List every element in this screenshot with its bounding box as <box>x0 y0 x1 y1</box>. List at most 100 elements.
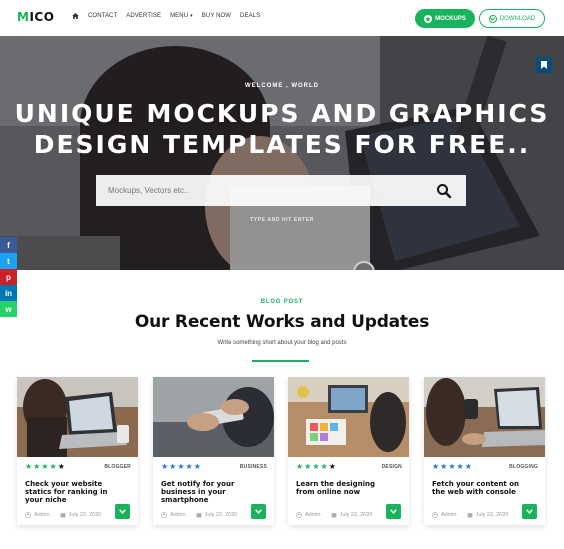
calendar-icon <box>196 513 201 518</box>
calendar-icon <box>60 513 65 518</box>
star-filled-icon: ★ <box>448 462 456 471</box>
star-filled-icon: ★ <box>169 462 177 471</box>
user-icon <box>432 512 438 518</box>
bookmark-icon[interactable] <box>536 57 552 73</box>
chevron-down-icon: ▾ <box>190 13 193 19</box>
card-footer: Admin July 22, 2020 <box>296 512 372 518</box>
linkedin-glyph: in <box>4 288 13 298</box>
star-empty-icon: ★ <box>328 462 336 471</box>
top-navbar: MICO CONTACT ADVERTISE MENU ▾ BUY NOW DEA… <box>0 0 564 36</box>
twitter-glyph: t <box>7 256 10 266</box>
card-footer: Admin July 22, 2020 <box>25 512 101 518</box>
logo-text: ICO <box>29 10 55 24</box>
blog-card[interactable]: ★ ★ ★ ★ ★ BUSINESS Get notify for your b… <box>153 377 274 525</box>
card-category[interactable]: BUSINESS <box>240 464 267 470</box>
site-logo[interactable]: MICO <box>17 10 54 24</box>
card-category[interactable]: BLOGGER <box>104 464 131 470</box>
star-filled-icon: ★ <box>320 462 328 471</box>
search-icon[interactable] <box>436 183 452 199</box>
pinterest-glyph: p <box>6 272 11 282</box>
card-footer: Admin July 22, 2020 <box>161 512 237 518</box>
star-icon <box>424 14 433 23</box>
card-image[interactable] <box>153 377 274 457</box>
expand-button[interactable] <box>115 504 130 519</box>
card-image[interactable] <box>17 377 138 457</box>
logo-initial: M <box>17 10 30 24</box>
card-title[interactable]: Get notify for your business in your sma… <box>161 480 257 504</box>
search-bar <box>96 175 466 206</box>
card-date: July 22, 2020 <box>475 512 509 518</box>
section-tag: BLOG POST <box>260 299 304 305</box>
hero-banner: WELCOME , WORLD UNIQUE MOCKUPS AND GRAPH… <box>0 36 564 270</box>
social-share-bar: f t p in w <box>0 237 17 317</box>
calendar-icon <box>467 513 472 518</box>
blog-card[interactable]: ★ ★ ★ ★ ★ DESIGN Learn the designing fro… <box>288 377 409 525</box>
card-author: Admin <box>305 512 321 518</box>
card-title[interactable]: Check your website statics for ranking i… <box>25 480 121 504</box>
star-filled-icon: ★ <box>304 462 312 471</box>
chevron-down-icon <box>390 509 397 514</box>
card-category[interactable]: DESIGN <box>382 464 402 470</box>
section-divider <box>252 360 309 362</box>
card-date: July 22, 2020 <box>68 512 102 518</box>
blog-card[interactable]: ★ ★ ★ ★ ★ BLOGGING Fetch your content on… <box>424 377 545 525</box>
search-input[interactable] <box>96 175 416 206</box>
mockups-label: MOCKUPS <box>435 15 466 22</box>
chevron-down-icon <box>119 509 126 514</box>
card-image[interactable] <box>288 377 409 457</box>
star-filled-icon: ★ <box>296 462 304 471</box>
card-meta: ★ ★ ★ ★ ★ BLOGGER <box>25 463 131 471</box>
star-filled-icon: ★ <box>464 462 472 471</box>
star-filled-icon: ★ <box>25 462 33 471</box>
rating-stars: ★ ★ ★ ★ ★ <box>432 463 472 471</box>
main-nav: CONTACT ADVERTISE MENU ▾ BUY NOW DEALS <box>72 13 260 19</box>
star-filled-icon: ★ <box>49 462 57 471</box>
rating-stars: ★ ★ ★ ★ ★ <box>296 463 336 471</box>
mockups-button[interactable]: MOCKUPS <box>415 9 475 28</box>
card-title[interactable]: Fetch your content on the web with conso… <box>432 480 528 496</box>
card-footer: Admin July 22, 2020 <box>432 512 508 518</box>
card-title[interactable]: Learn the designing from online now <box>296 480 392 496</box>
nav-deals[interactable]: DEALS <box>240 13 260 19</box>
nav-buy-now[interactable]: BUY NOW <box>202 13 231 19</box>
card-category[interactable]: BLOGGING <box>509 464 538 470</box>
hero-title-line1: UNIQUE MOCKUPS AND GRAPHICS <box>14 99 550 128</box>
hero-title: UNIQUE MOCKUPS AND GRAPHICS DESIGN TEMPL… <box>0 98 564 160</box>
blog-cards: ★ ★ ★ ★ ★ BLOGGER Check your website sta… <box>17 377 545 527</box>
user-icon <box>161 512 167 518</box>
card-author: Admin <box>441 512 457 518</box>
nav-contact[interactable]: CONTACT <box>88 13 117 19</box>
pinterest-icon[interactable]: p <box>0 269 17 285</box>
section-title: Our Recent Works and Updates <box>134 312 430 332</box>
rating-stars: ★ ★ ★ ★ ★ <box>25 463 65 471</box>
expand-button[interactable] <box>251 504 266 519</box>
calendar-icon <box>331 513 336 518</box>
nav-menu-label: MENU <box>170 13 189 19</box>
card-date: July 22, 2020 <box>339 512 373 518</box>
chevron-down-icon <box>255 509 262 514</box>
hero-subtitle: WELCOME , WORLD <box>245 83 319 89</box>
twitter-icon[interactable]: t <box>0 253 17 269</box>
download-label: DOWNLOAD <box>499 15 536 22</box>
section-description: Write something short about your blog an… <box>217 340 347 346</box>
card-author: Admin <box>34 512 50 518</box>
expand-button[interactable] <box>386 504 401 519</box>
user-icon <box>25 512 31 518</box>
card-image[interactable] <box>424 377 545 457</box>
star-filled-icon: ★ <box>161 462 169 471</box>
nav-menu-dropdown[interactable]: MENU ▾ <box>170 13 193 19</box>
nav-advertise[interactable]: ADVERTISE <box>126 13 161 19</box>
card-author: Admin <box>170 512 186 518</box>
star-filled-icon: ★ <box>41 462 49 471</box>
card-meta: ★ ★ ★ ★ ★ BUSINESS <box>161 463 267 471</box>
star-filled-icon: ★ <box>193 462 201 471</box>
blog-card[interactable]: ★ ★ ★ ★ ★ BLOGGER Check your website sta… <box>17 377 138 525</box>
download-button[interactable]: DOWNLOAD <box>479 9 545 28</box>
card-meta: ★ ★ ★ ★ ★ DESIGN <box>296 463 402 471</box>
facebook-icon[interactable]: f <box>0 237 17 253</box>
expand-button[interactable] <box>522 504 537 519</box>
star-filled-icon: ★ <box>185 462 193 471</box>
star-filled-icon: ★ <box>456 462 464 471</box>
home-icon[interactable] <box>72 13 79 19</box>
user-icon <box>296 512 302 518</box>
